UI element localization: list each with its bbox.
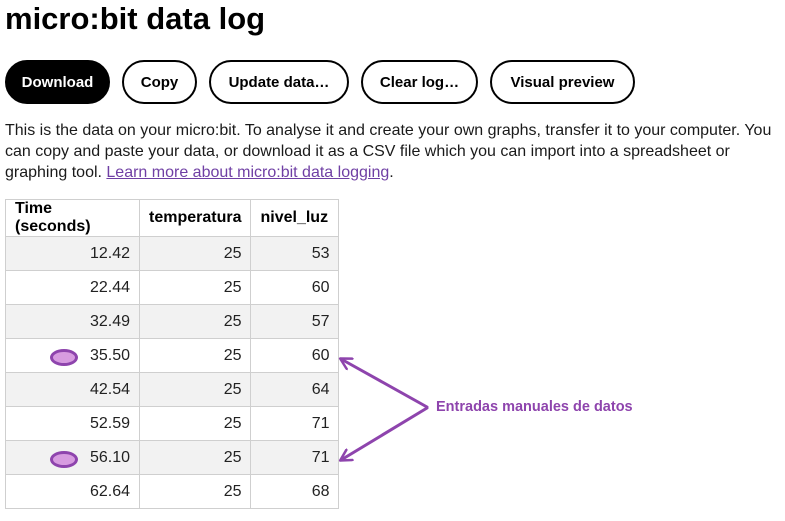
annotation-arrows xyxy=(0,0,429,521)
annotation-label: Entradas manuales de datos xyxy=(436,399,633,415)
arrow-upper xyxy=(341,359,429,409)
arrow-lower xyxy=(341,406,429,460)
